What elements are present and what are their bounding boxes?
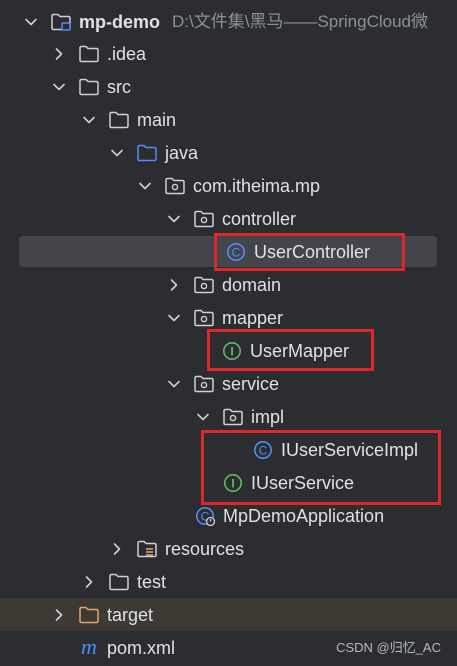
tree-item-label: test xyxy=(137,571,167,592)
package-icon xyxy=(164,176,186,196)
excluded-folder-icon xyxy=(78,605,100,625)
folder-icon xyxy=(78,44,100,64)
chevron-right-icon[interactable] xyxy=(82,575,96,589)
tree-item-service[interactable]: service xyxy=(0,367,457,400)
chevron-right-icon[interactable] xyxy=(110,542,124,556)
chevron-down-icon[interactable] xyxy=(196,410,210,424)
chevron-right-icon[interactable] xyxy=(167,278,181,292)
tree-item-label: .idea xyxy=(107,43,147,64)
chevron-down-icon[interactable] xyxy=(167,212,181,226)
tree-item-mapper[interactable]: mapper xyxy=(0,301,457,334)
chevron-down-icon[interactable] xyxy=(82,113,96,127)
tree-item-user-mapper[interactable]: I UserMapper xyxy=(0,334,457,367)
tree-item-src[interactable]: src xyxy=(0,70,457,103)
chevron-down-icon[interactable] xyxy=(167,311,181,325)
tree-item-iuser-service[interactable]: I IUserService xyxy=(0,466,457,499)
tree-item-label: target xyxy=(107,604,154,625)
tree-item-user-controller[interactable]: C UserController xyxy=(0,235,457,268)
tree-item-label: service xyxy=(222,373,280,394)
chevron-down-icon[interactable] xyxy=(110,146,124,160)
interface-icon: I xyxy=(221,341,243,361)
tree-item-mp-demo[interactable]: mp-demo D:\文件集\黑马——SpringCloud微 xyxy=(0,5,457,38)
tree-item-label: UserMapper xyxy=(250,340,350,361)
folder-icon xyxy=(78,77,100,97)
chevron-down-icon[interactable] xyxy=(138,179,152,193)
project-path: D:\文件集\黑马——SpringCloud微 xyxy=(172,11,429,31)
source-root-folder-icon xyxy=(136,143,158,163)
module-folder-icon xyxy=(50,12,72,32)
chevron-right-icon[interactable] xyxy=(52,47,66,61)
tree-item-label: UserController xyxy=(254,241,371,262)
tree-item-main[interactable]: main xyxy=(0,103,457,136)
chevron-down-icon[interactable] xyxy=(52,80,66,94)
chevron-down-icon[interactable] xyxy=(24,15,38,29)
tree-item-label: MpDemoApplication xyxy=(223,505,385,526)
tree-item-domain[interactable]: domain xyxy=(0,268,457,301)
tree-item-idea[interactable]: .idea xyxy=(0,37,457,70)
tree-item-java[interactable]: java xyxy=(0,136,457,169)
interface-icon: I xyxy=(222,473,244,493)
tree-item-label: resources xyxy=(165,538,245,559)
tree-item-mp-demo-application[interactable]: C MpDemoApplication xyxy=(0,499,457,532)
tree-item-label: com.itheima.mp xyxy=(193,175,321,196)
package-icon xyxy=(193,275,215,295)
class-icon: C xyxy=(252,440,274,460)
tree-item-iuser-service-impl[interactable]: C IUserServiceImpl xyxy=(0,433,457,466)
tree-item-target[interactable]: target xyxy=(0,598,457,631)
interface-icon-letter: I xyxy=(230,344,233,358)
project-name: mp-demo xyxy=(79,11,160,32)
tree-item-label: IUserServiceImpl xyxy=(281,439,419,460)
tree-item-label: java xyxy=(165,142,199,163)
package-icon xyxy=(193,209,215,229)
tree-item-resources[interactable]: resources xyxy=(0,532,457,565)
class-icon: C xyxy=(225,242,247,262)
tree-item-label: main xyxy=(137,109,177,130)
tree-item-package[interactable]: com.itheima.mp xyxy=(0,169,457,202)
resources-folder-icon xyxy=(136,539,158,559)
tree-item-label: IUserService xyxy=(251,472,355,493)
package-icon xyxy=(222,407,244,427)
spring-boot-class-icon: C xyxy=(194,506,216,526)
interface-icon-letter: I xyxy=(231,476,234,490)
folder-icon xyxy=(108,110,130,130)
watermark: CSDN @归忆_AC xyxy=(336,640,441,655)
chevron-right-icon[interactable] xyxy=(52,608,66,622)
maven-icon: m xyxy=(78,638,100,658)
tree-item-label: controller xyxy=(222,208,297,229)
class-icon-letter: C xyxy=(232,245,241,259)
maven-icon-letter: m xyxy=(81,638,97,658)
tree-item-label: src xyxy=(107,76,131,97)
tree-item-impl[interactable]: impl xyxy=(0,400,457,433)
tree-item-label: domain xyxy=(222,274,282,295)
tree-item-label: mapper xyxy=(222,307,284,328)
tree-item-controller[interactable]: controller xyxy=(0,202,457,235)
package-icon xyxy=(193,374,215,394)
tree-item-test[interactable]: test xyxy=(0,565,457,598)
folder-icon xyxy=(108,572,130,592)
chevron-down-icon[interactable] xyxy=(167,377,181,391)
tree-item-label: pom.xml xyxy=(107,637,176,658)
package-icon xyxy=(193,308,215,328)
tree-item-label: impl xyxy=(251,406,285,427)
class-icon-letter: C xyxy=(259,443,268,457)
